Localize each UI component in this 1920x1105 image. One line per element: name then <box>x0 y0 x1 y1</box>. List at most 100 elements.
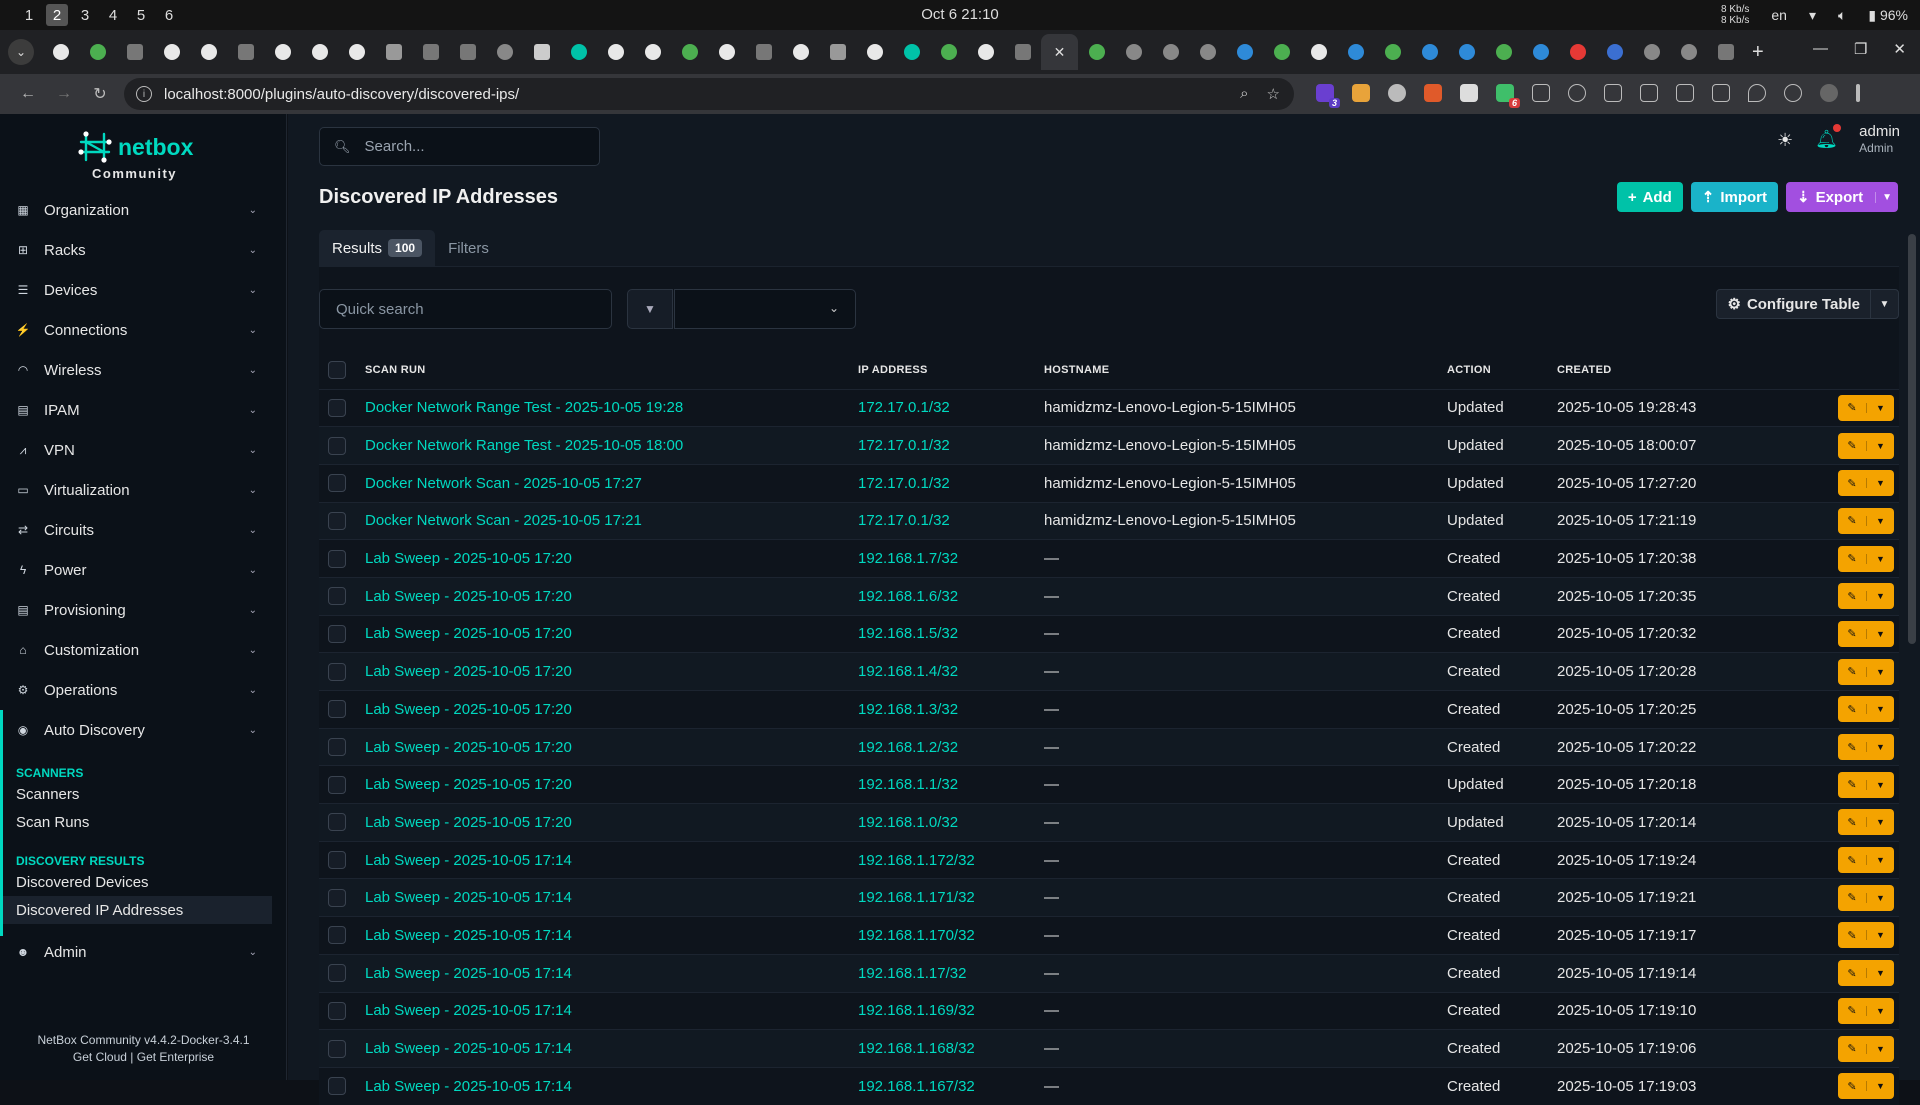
tab-search-icon[interactable]: ⌄ <box>8 39 34 65</box>
key-icon[interactable] <box>1568 84 1586 102</box>
row-checkbox[interactable] <box>328 549 346 568</box>
scan-run-link[interactable]: Lab Sweep - 2025-10-05 17:14 <box>365 927 572 944</box>
row-checkbox[interactable] <box>328 1001 346 1020</box>
ip-address-link[interactable]: 192.168.1.3/32 <box>858 701 958 718</box>
chevron-down-icon[interactable]: ▼ <box>1866 968 1894 979</box>
user-menu[interactable]: admin Admin <box>1859 124 1900 156</box>
tab-github-icon[interactable] <box>597 34 634 70</box>
ip-address-link[interactable]: 192.168.1.5/32 <box>858 625 958 642</box>
ip-address-link[interactable]: 192.168.1.170/32 <box>858 927 975 944</box>
get-enterprise-link[interactable]: Get Enterprise <box>137 1050 214 1064</box>
sidebar-item-provisioning[interactable]: ▤ Provisioning ⌄ <box>0 590 287 630</box>
scan-run-link[interactable]: Lab Sweep - 2025-10-05 17:20 <box>365 739 572 756</box>
cloud-icon[interactable] <box>1388 84 1406 102</box>
scan-run-link[interactable]: Lab Sweep - 2025-10-05 17:20 <box>365 550 572 567</box>
tab-helm-icon[interactable] <box>375 34 412 70</box>
tab-filters[interactable]: Filters <box>435 230 502 266</box>
sidebar-item-organization[interactable]: ▦ Organization ⌄ <box>0 190 287 230</box>
tab-edge-icon[interactable] <box>1411 34 1448 70</box>
sidebar-item-connections[interactable]: ⚡ Connections ⌄ <box>0 310 287 350</box>
page-scrollbar[interactable] <box>1908 234 1916 644</box>
row-checkbox[interactable] <box>328 624 346 643</box>
back-icon[interactable]: ← <box>10 85 46 103</box>
row-edit-button[interactable]: ✎ ▼ <box>1838 1035 1894 1062</box>
tab-edge-icon[interactable] <box>1448 34 1485 70</box>
chevron-down-icon[interactable]: ▼ <box>1866 1081 1894 1092</box>
tab-helm-icon[interactable] <box>819 34 856 70</box>
tab-chrome-icon[interactable] <box>1485 34 1522 70</box>
row-checkbox[interactable] <box>328 926 346 945</box>
scan-run-link[interactable]: Lab Sweep - 2025-10-05 17:20 <box>365 663 572 680</box>
sidebar-item-power[interactable]: ϟ Power ⌄ <box>0 550 287 590</box>
scan-run-link[interactable]: Lab Sweep - 2025-10-05 17:14 <box>365 889 572 906</box>
tab-github-icon[interactable] <box>1300 34 1337 70</box>
tab-grid-icon[interactable] <box>1707 34 1744 70</box>
row-checkbox[interactable] <box>328 700 346 719</box>
row-checkbox[interactable] <box>328 888 346 907</box>
menu-kebab-icon[interactable] <box>1856 84 1860 102</box>
row-edit-button[interactable]: ✎ ▼ <box>1838 922 1894 949</box>
scan-run-link[interactable]: Lab Sweep - 2025-10-05 17:14 <box>365 1002 572 1019</box>
history-icon[interactable] <box>1784 84 1802 102</box>
extension-icon[interactable] <box>1424 84 1442 102</box>
chevron-down-icon[interactable]: ▼ <box>1866 402 1894 413</box>
tab-github-icon[interactable] <box>42 34 79 70</box>
row-edit-button[interactable]: ✎ ▼ <box>1838 394 1894 421</box>
scan-run-link[interactable]: Lab Sweep - 2025-10-05 17:14 <box>365 965 572 982</box>
scan-run-link[interactable]: Docker Network Scan - 2025-10-05 17:27 <box>365 475 642 492</box>
ip-address-link[interactable]: 192.168.1.1/32 <box>858 776 958 793</box>
sidebar-link-scanners[interactable]: Scanners <box>0 780 272 808</box>
extension-icon[interactable]: 3 <box>1316 84 1340 108</box>
scan-run-link[interactable]: Lab Sweep - 2025-10-05 17:20 <box>365 588 572 605</box>
tab-globe-icon[interactable] <box>486 34 523 70</box>
col-created[interactable]: CREATED <box>1556 351 1816 389</box>
notifications-bell-icon[interactable]: 🔔︎ <box>1815 124 1842 151</box>
col-action[interactable]: ACTION <box>1446 351 1556 389</box>
sidebar-item-devices[interactable]: ☰ Devices ⌄ <box>0 270 287 310</box>
scan-run-link[interactable]: Docker Network Range Test - 2025-10-05 1… <box>365 437 683 454</box>
address-bar[interactable]: i localhost:8000/plugins/auto-discovery/… <box>124 78 1294 110</box>
import-button[interactable]: ⇡ Import <box>1690 182 1778 212</box>
ip-address-link[interactable]: 192.168.1.17/32 <box>858 965 966 982</box>
tab-globe-icon[interactable] <box>1189 34 1226 70</box>
select-all-checkbox[interactable] <box>328 360 346 379</box>
tab-edge-icon[interactable] <box>1337 34 1374 70</box>
scan-run-link[interactable]: Lab Sweep - 2025-10-05 17:20 <box>365 814 572 831</box>
chevron-down-icon[interactable]: ▼ <box>1866 628 1894 639</box>
tab-github-icon[interactable] <box>264 34 301 70</box>
ip-address-link[interactable]: 192.168.1.167/32 <box>858 1078 975 1095</box>
workspace-3[interactable]: 3 <box>74 4 96 26</box>
sidebar-item-racks[interactable]: ⊞ Racks ⌄ <box>0 230 287 270</box>
row-checkbox[interactable] <box>328 851 346 870</box>
sidebar-item-ipam[interactable]: ▤ IPAM ⌄ <box>0 390 287 430</box>
row-checkbox[interactable] <box>328 662 346 681</box>
sidebar-item-operations[interactable]: ⚙ Operations ⌄ <box>0 670 287 710</box>
row-edit-button[interactable]: ✎ ▼ <box>1838 771 1894 798</box>
tab-globe-icon[interactable] <box>1152 34 1189 70</box>
close-window-icon[interactable]: ✕ <box>1893 40 1906 58</box>
battery-status[interactable]: ▮ 96% <box>1868 7 1908 24</box>
configure-table-button[interactable]: ⚙ Configure Table ▼ <box>1716 289 1899 319</box>
workspace-5[interactable]: 5 <box>130 4 152 26</box>
ip-address-link[interactable]: 192.168.1.0/32 <box>858 814 958 831</box>
tab-youtube-icon[interactable] <box>1559 34 1596 70</box>
tab-branch-icon[interactable] <box>893 34 930 70</box>
sidebar-item-auto-discovery[interactable]: ◉ Auto Discovery ⌄ <box>0 710 287 750</box>
scan-run-link[interactable]: Lab Sweep - 2025-10-05 17:14 <box>365 1078 572 1095</box>
row-checkbox[interactable] <box>328 738 346 757</box>
row-checkbox[interactable] <box>328 436 346 455</box>
netbox-logo[interactable]: netbox Community <box>78 130 193 181</box>
volume-icon[interactable]: 🔈︎ <box>1838 7 1846 24</box>
chevron-down-icon[interactable]: ▼ <box>1866 742 1894 753</box>
location-icon[interactable] <box>1748 84 1766 102</box>
scan-run-link[interactable]: Lab Sweep - 2025-10-05 17:14 <box>365 852 572 869</box>
tab-grid-icon[interactable] <box>745 34 782 70</box>
tab-grid-icon[interactable] <box>449 34 486 70</box>
chevron-down-icon[interactable]: ▼ <box>1866 553 1894 564</box>
sidebar-link-discovered-ip-addresses[interactable]: Discovered IP Addresses <box>0 896 272 924</box>
export-button[interactable]: ⇣ Export ▼ <box>1786 182 1898 212</box>
scan-run-link[interactable]: Lab Sweep - 2025-10-05 17:14 <box>365 1040 572 1057</box>
new-tab-button[interactable]: + <box>1752 41 1764 64</box>
ip-address-link[interactable]: 172.17.0.1/32 <box>858 399 950 416</box>
filter-select[interactable]: ⌄ <box>674 289 856 329</box>
